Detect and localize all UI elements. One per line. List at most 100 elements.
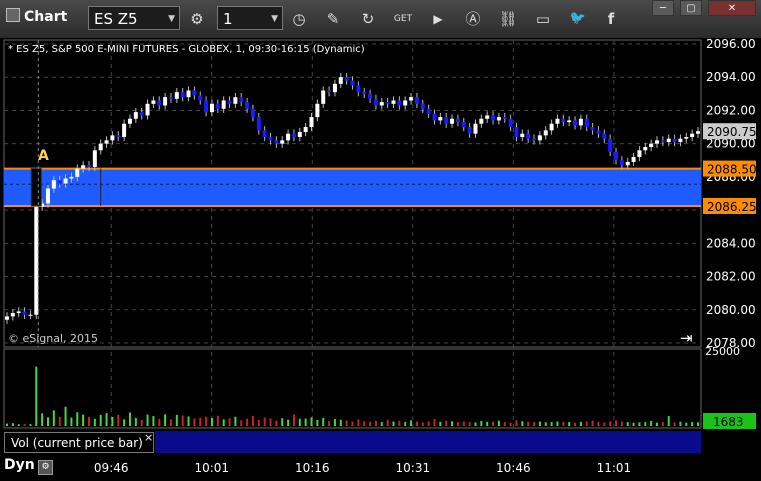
- candle-body: [209, 103, 214, 113]
- facebook-icon[interactable]: f: [598, 7, 624, 31]
- candle-body: [414, 97, 419, 104]
- maximize-button[interactable]: ▢: [680, 0, 702, 16]
- volume-panel-label: Vol (current price bar): [4, 432, 154, 453]
- candle-body: [116, 135, 121, 138]
- get-icon[interactable]: GET: [390, 7, 416, 31]
- candle-body: [444, 117, 449, 124]
- price-chart[interactable]: 2096.00 2094.00 2092.00 2090.00 2088.00 2086.…: [0, 0, 761, 481]
- candle-body: [133, 112, 138, 119]
- candle-body: [250, 108, 255, 118]
- minimize-button[interactable]: ─: [652, 0, 674, 16]
- clock-icon[interactable]: ◷: [286, 7, 312, 31]
- candle-body: [34, 206, 39, 315]
- interval-value: 1: [223, 10, 233, 28]
- candle-body: [426, 108, 431, 114]
- candle-body: [450, 118, 455, 124]
- close-window-button[interactable]: ✕: [708, 0, 756, 16]
- candle-body: [204, 100, 209, 113]
- chevron-down-icon[interactable]: ▼: [168, 7, 175, 31]
- candle-body: [57, 180, 62, 184]
- chart-title: * ES Z5, S&P 500 E-MINI FUTURES - GLOBEX…: [8, 44, 365, 55]
- candle-body: [332, 83, 337, 93]
- play-icon[interactable]: ▶: [425, 7, 451, 31]
- chart-window-icon: [6, 8, 20, 22]
- candle-body: [309, 117, 314, 128]
- candle-body: [10, 313, 15, 317]
- candle-body: [637, 150, 642, 157]
- candle-body: [168, 97, 173, 99]
- vol-current-text: 1683: [713, 415, 744, 429]
- price-panel-frame: [3, 39, 702, 348]
- candle-body: [496, 117, 501, 121]
- candle-body: [98, 143, 103, 151]
- candle-body: [473, 123, 478, 134]
- dynamic-mode-label[interactable]: Dyn: [4, 457, 35, 473]
- settings-small-icon[interactable]: ⚙: [38, 460, 53, 475]
- x-tick-label: 10:31: [396, 461, 431, 475]
- chevron-down-icon[interactable]: ▼: [271, 7, 278, 31]
- candle-body: [479, 118, 484, 124]
- candle-body: [666, 138, 671, 143]
- y-tick-label: 2080.00: [706, 303, 756, 317]
- candle-body: [385, 102, 390, 104]
- candle-body: [5, 316, 9, 320]
- candle-body: [397, 100, 402, 106]
- candle-body: [22, 311, 27, 315]
- candle-body: [543, 130, 548, 136]
- candle-body: [502, 117, 507, 119]
- chart-settings-icon[interactable]: ⚙: [184, 7, 210, 31]
- y-tick-label: 2092.00: [706, 103, 756, 117]
- copyright-text: © eSignal, 2015: [8, 332, 98, 345]
- candle-body: [75, 168, 80, 177]
- y-tick-label: 2084.00: [706, 236, 756, 250]
- candle-body: [192, 90, 197, 96]
- symbol-input[interactable]: ES Z5 ▼: [88, 6, 180, 30]
- candle-body: [696, 131, 700, 134]
- y-tick-label: 2078.00: [706, 336, 756, 350]
- candle-body: [356, 85, 361, 93]
- twitter-icon[interactable]: 🐦: [565, 7, 591, 31]
- y-tick-label: 2088.00: [706, 170, 756, 184]
- interval-input[interactable]: 1 ▼: [217, 6, 283, 30]
- candle-body: [526, 133, 531, 139]
- candle-body: [678, 138, 683, 143]
- candle-body: [180, 92, 185, 98]
- alert-icon[interactable]: Ⓐ: [460, 7, 486, 31]
- candle-body: [368, 93, 373, 99]
- annotation-a[interactable]: A: [38, 148, 49, 164]
- refresh-icon[interactable]: ↻: [355, 7, 381, 31]
- candle-body: [532, 138, 537, 141]
- candle-body: [596, 130, 601, 134]
- candle-body: [614, 151, 619, 161]
- candle-body: [291, 133, 296, 138]
- pencil-icon[interactable]: ✎: [320, 7, 346, 31]
- scroll-to-end-icon[interactable]: ⇥: [680, 329, 693, 347]
- chart-background: [0, 38, 761, 481]
- candle-body: [350, 80, 355, 86]
- selected-bar[interactable]: [30, 168, 42, 207]
- x-tick-label: 11:01: [597, 461, 632, 475]
- zone-bottom-badge-text: 2086.25: [707, 200, 757, 214]
- candle-body: [391, 100, 396, 104]
- y-tick-label: 2082.00: [706, 270, 756, 284]
- candle-body: [104, 140, 109, 144]
- candle-body: [690, 133, 695, 138]
- candle-body: [672, 138, 677, 143]
- price-zone[interactable]: [4, 168, 701, 206]
- zone-top-badge-text: 2088.50: [707, 163, 757, 177]
- close-icon[interactable]: ×: [144, 431, 153, 444]
- window-title: Chart: [6, 8, 67, 25]
- chat-icon[interactable]: ▭: [530, 7, 556, 31]
- link-icon[interactable]: ⛓: [495, 7, 521, 31]
- candle-body: [245, 102, 250, 109]
- candle-body: [584, 118, 589, 128]
- candle-body: [578, 118, 583, 126]
- candle-body: [438, 117, 443, 121]
- candle-body: [631, 156, 636, 162]
- candle-body: [40, 203, 45, 207]
- candle-body: [514, 127, 519, 138]
- candle-body: [491, 115, 496, 121]
- candle-body: [122, 123, 127, 138]
- vol-axis-top-label: 25000: [705, 345, 740, 358]
- candle-body: [684, 137, 689, 139]
